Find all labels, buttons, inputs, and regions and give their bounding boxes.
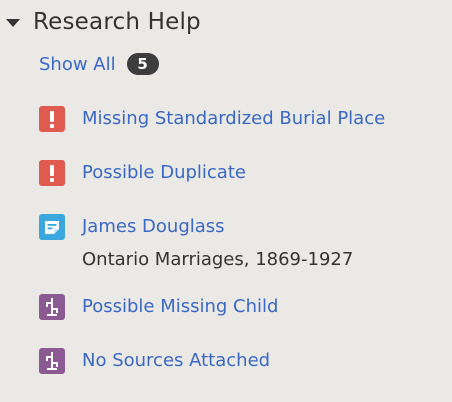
show-all-link[interactable]: Show All — [39, 54, 116, 75]
show-all-row: Show All 5 — [39, 50, 159, 78]
item-link[interactable]: James Douglass — [82, 214, 353, 240]
exclamation-icon — [39, 160, 65, 186]
item-link[interactable]: No Sources Attached — [82, 348, 270, 374]
family-tree-icon — [39, 294, 65, 320]
research-help-item[interactable]: James Douglass Ontario Marriages, 1869-1… — [39, 214, 353, 273]
item-source: Ontario Marriages, 1869-1927 — [82, 249, 354, 270]
research-help-panel: Research Help Show All 5 Missing Standar… — [0, 0, 452, 402]
family-tree-icon — [39, 348, 65, 374]
research-help-item[interactable]: No Sources Attached — [39, 348, 270, 374]
item-link[interactable]: Possible Duplicate — [82, 160, 246, 186]
panel-title: Research Help — [33, 9, 201, 35]
research-help-header[interactable]: Research Help — [6, 4, 201, 40]
exclamation-icon — [39, 106, 65, 132]
count-badge: 5 — [126, 53, 159, 75]
caret-down-icon[interactable] — [6, 19, 20, 27]
research-help-item[interactable]: Possible Missing Child — [39, 294, 278, 320]
research-help-item[interactable]: Missing Standardized Burial Place — [39, 106, 385, 132]
record-hint-icon — [39, 214, 65, 240]
item-link[interactable]: Possible Missing Child — [82, 294, 278, 320]
research-help-item[interactable]: Possible Duplicate — [39, 160, 246, 186]
item-link[interactable]: Missing Standardized Burial Place — [82, 106, 385, 132]
